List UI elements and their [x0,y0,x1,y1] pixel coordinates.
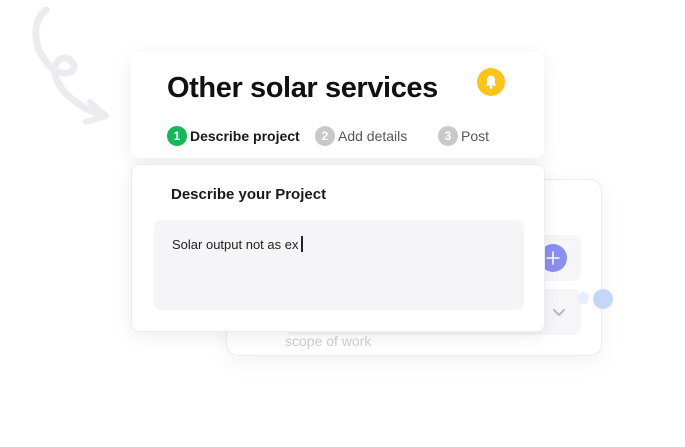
decorative-arrow-icon [32,6,109,125]
step-progress: 1 Describe project 2 Add details 3 Post [167,126,527,148]
step-number: 3 [438,126,458,146]
page-title: Other solar services [167,72,438,104]
bell-icon [485,75,497,89]
scope-hint-text: scope of work [285,333,372,349]
step-label: Post [461,128,490,144]
step-label: Describe project [190,128,300,144]
step-add-details[interactable]: 2 Add details [315,126,407,146]
project-description-input[interactable]: Solar output not as ex [154,220,524,310]
step-number: 2 [315,126,335,146]
step-describe-project[interactable]: 1 Describe project [167,126,300,146]
chevron-down-icon[interactable] [549,302,569,322]
plus-icon [546,251,560,265]
step-label: Add details [338,128,408,144]
step-post[interactable]: 3 Post [438,126,489,146]
project-description-value: Solar output not as ex [172,237,299,252]
notification-button[interactable] [477,68,505,96]
describe-project-card: Describe your Project Solar output not a… [131,164,545,332]
decorative-dot [593,289,613,309]
step-number: 1 [167,126,187,146]
text-cursor [301,236,303,252]
header-card: Other solar services 1 Describe project … [131,52,544,158]
decorative-dot [577,292,589,304]
project-description-label: Describe your Project [171,186,327,203]
